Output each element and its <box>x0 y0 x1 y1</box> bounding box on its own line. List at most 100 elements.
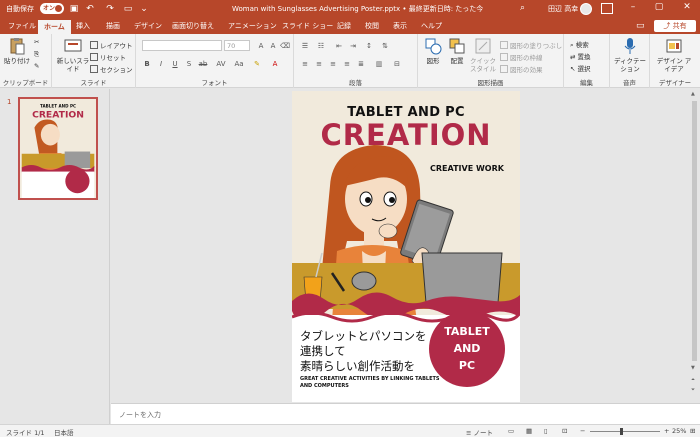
next-slide-icon[interactable]: ⏷ <box>691 387 695 393</box>
shape-fill-button[interactable]: 図形の塗りつぶし <box>500 40 562 50</box>
save-icon[interactable]: ▣ <box>68 3 80 15</box>
font-size-combo[interactable]: 70 <box>224 40 250 51</box>
customize-qat-icon[interactable]: ⌄ <box>138 3 150 15</box>
shadow-icon[interactable]: S <box>184 59 194 69</box>
bold-icon[interactable]: B <box>142 59 152 69</box>
arrange-button[interactable]: 配置 <box>444 37 470 65</box>
notes-button[interactable]: ≡ ノート <box>466 427 493 437</box>
align-text-icon[interactable]: ⊟ <box>392 59 402 69</box>
columns-icon[interactable]: ▥ <box>374 59 384 69</box>
tab-home[interactable]: ホーム <box>38 20 71 34</box>
zoom-slider[interactable] <box>590 428 660 435</box>
slide-jp-line3[interactable]: 素晴らしい創作活動を <box>300 358 415 374</box>
shapes-button[interactable]: 図形 <box>420 37 446 65</box>
increase-indent-icon[interactable]: ⇥ <box>348 41 358 51</box>
reading-view-icon[interactable]: ▯ <box>544 427 548 435</box>
language-indicator[interactable]: 日本語 <box>54 427 74 437</box>
reset-button[interactable]: リセット <box>90 52 126 62</box>
tab-view[interactable]: 表示 <box>393 21 407 31</box>
italic-icon[interactable]: I <box>156 59 166 69</box>
slide-canvas[interactable]: TABLET AND PC CREATION CREATIVE WORK タブレ… <box>292 91 520 402</box>
quick-style-button[interactable]: クイックスタイル <box>468 37 498 73</box>
line-spacing-icon[interactable]: ↕ <box>364 41 374 51</box>
slide-title-line2[interactable]: CREATION <box>292 118 520 152</box>
shrink-font-icon[interactable]: A <box>268 41 278 51</box>
redo-icon[interactable]: ↷ <box>104 3 116 15</box>
change-case-icon[interactable]: Aa <box>234 59 244 69</box>
zoom-in-icon[interactable]: + <box>664 427 669 435</box>
numbering-icon[interactable]: ☷ <box>316 41 326 51</box>
align-center-icon[interactable]: ≡ <box>314 59 324 69</box>
find-button[interactable]: ⌕ 検索 <box>570 39 589 50</box>
align-left-icon[interactable]: ≡ <box>300 59 310 69</box>
replace-button[interactable]: ⇄ 置換 <box>570 51 591 61</box>
tab-slideshow[interactable]: スライド ショー <box>282 21 333 31</box>
section-button[interactable]: セクション <box>90 64 133 74</box>
tab-help[interactable]: ヘルプ <box>421 21 442 31</box>
slide-en-line1[interactable]: GREAT CREATIVE ACTIVITIES BY LINKING TAB… <box>300 376 440 382</box>
tab-design[interactable]: デザイン <box>134 21 162 31</box>
tab-file[interactable]: ファイル <box>8 21 36 31</box>
normal-view-icon[interactable]: ▭ <box>508 427 514 435</box>
prev-slide-icon[interactable]: ⏶ <box>691 377 695 383</box>
notes-placeholder[interactable]: ノートを入力 <box>119 410 161 420</box>
undo-icon[interactable]: ↶ <box>84 3 96 15</box>
tab-transitions[interactable]: 画面切り替え <box>172 21 214 31</box>
avatar[interactable] <box>580 3 592 15</box>
shape-effects-button[interactable]: 図形の効果 <box>500 64 543 74</box>
dictate-button[interactable]: ディクテーション <box>613 37 647 73</box>
shape-outline-button[interactable]: 図形の枠線 <box>500 52 543 62</box>
layout-button[interactable]: レイアウト <box>90 40 133 50</box>
ribbon-display-options-icon[interactable] <box>601 3 613 14</box>
vertical-scrollbar[interactable]: ▲ ▼ ⏶ ⏷ <box>689 89 700 401</box>
copy-icon[interactable]: ⎘ <box>34 50 39 59</box>
close-icon[interactable]: ✕ <box>678 2 696 12</box>
slide-badge[interactable]: TABLET AND PC <box>429 311 505 387</box>
char-spacing-icon[interactable]: AV <box>216 59 226 69</box>
highlight-icon[interactable]: ✎ <box>252 59 262 69</box>
autosave-toggle[interactable]: オン <box>40 3 64 14</box>
grow-font-icon[interactable]: A <box>256 41 266 51</box>
font-color-icon[interactable]: A <box>270 59 280 69</box>
select-button[interactable]: ↖ 選択 <box>570 63 591 73</box>
minimize-icon[interactable]: – <box>624 2 642 12</box>
slide-tagline[interactable]: CREATIVE WORK <box>430 164 504 173</box>
slide-thumbnail[interactable]: TABLET AND PC CREATION <box>18 97 98 200</box>
text-direction-icon[interactable]: ⇅ <box>380 41 390 51</box>
underline-icon[interactable]: U <box>170 59 180 69</box>
format-painter-icon[interactable]: ✎ <box>34 62 39 70</box>
comment-icon[interactable]: ▭ <box>636 21 645 31</box>
strikethrough-icon[interactable]: ab <box>198 59 208 69</box>
slide-jp-line2[interactable]: 連携して <box>300 343 346 359</box>
tab-insert[interactable]: 挿入 <box>76 21 90 31</box>
tab-record[interactable]: 記録 <box>337 21 351 31</box>
font-name-combo[interactable] <box>142 40 222 51</box>
cut-icon[interactable]: ✂ <box>34 38 39 46</box>
justify-icon[interactable]: ≡ <box>342 59 352 69</box>
zoom-level[interactable]: 25% <box>672 427 686 435</box>
scroll-up-icon[interactable]: ▲ <box>691 91 695 97</box>
new-slide-button[interactable]: 新しいスライド <box>56 37 90 73</box>
slideshow-view-icon[interactable]: ⊡ <box>562 427 567 435</box>
zoom-out-icon[interactable]: − <box>580 427 585 435</box>
search-icon[interactable]: ⌕ <box>520 3 525 13</box>
slide-jp-line1[interactable]: タブレットとパソコンを <box>300 328 427 344</box>
tab-animations[interactable]: アニメーション <box>228 21 277 31</box>
fit-to-window-icon[interactable]: ⊞ <box>690 427 695 435</box>
slideshow-icon[interactable]: ▭ <box>122 3 134 15</box>
scroll-down-icon[interactable]: ▼ <box>691 365 695 371</box>
bullets-icon[interactable]: ☰ <box>300 41 310 51</box>
paste-button[interactable]: 貼り付け <box>2 37 32 65</box>
tab-draw[interactable]: 描画 <box>106 21 120 31</box>
notes-pane[interactable]: ノートを入力 <box>111 403 700 424</box>
user-name[interactable]: 田辺 高幸 <box>548 4 578 14</box>
align-right-icon[interactable]: ≡ <box>328 59 338 69</box>
clear-format-icon[interactable]: ⌫ <box>280 41 290 51</box>
decrease-indent-icon[interactable]: ⇤ <box>334 41 344 51</box>
share-button[interactable]: ⤴ 共有 <box>654 20 696 32</box>
design-ideas-button[interactable]: デザイン アイデア <box>656 37 692 73</box>
maximize-icon[interactable]: ▢ <box>650 2 668 12</box>
distributed-icon[interactable]: ≣ <box>356 59 366 69</box>
slide-sorter-icon[interactable]: ▦ <box>526 427 532 435</box>
tab-review[interactable]: 校閲 <box>365 21 379 31</box>
